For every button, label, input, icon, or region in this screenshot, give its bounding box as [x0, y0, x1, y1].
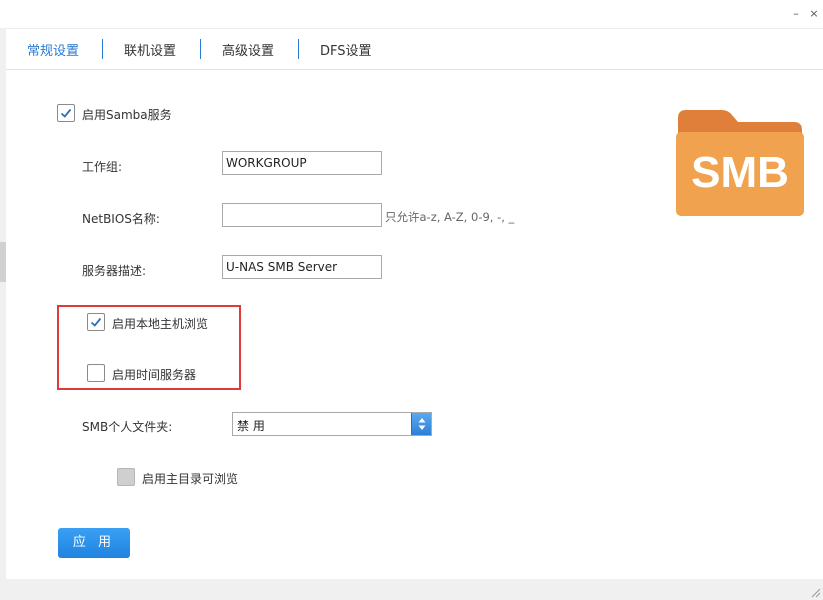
- side-drag-handle[interactable]: [0, 242, 6, 282]
- resize-grip-icon[interactable]: [809, 586, 821, 598]
- window-titlebar: – ×: [0, 0, 823, 28]
- workgroup-label: 工作组:: [82, 160, 123, 174]
- smb-folder-icon: SMB: [676, 110, 804, 216]
- local-host-browse-checkbox[interactable]: [87, 313, 105, 331]
- time-server-checkbox[interactable]: [87, 364, 105, 382]
- checkmark-icon: [90, 317, 102, 327]
- enable-samba-label: 启用Samba服务: [82, 108, 172, 122]
- checkmark-icon: [60, 108, 72, 118]
- time-server-label: 启用时间服务器: [112, 368, 197, 382]
- netbios-label: NetBIOS名称:: [82, 212, 160, 226]
- netbios-input[interactable]: [222, 203, 382, 227]
- home-directory-browse-label: 启用主目录可浏览: [142, 472, 239, 486]
- tab-separator: [200, 39, 201, 59]
- close-button[interactable]: ×: [806, 6, 822, 22]
- tab-network-settings[interactable]: 联机设置: [124, 40, 176, 59]
- tab-general-settings[interactable]: 常规设置: [27, 40, 79, 59]
- select-arrows-icon[interactable]: [411, 413, 431, 435]
- smb-logo-text: SMB: [691, 148, 789, 197]
- local-host-browse-label: 启用本地主机浏览: [112, 317, 209, 331]
- apply-button[interactable]: 应 用: [58, 528, 130, 558]
- enable-samba-checkbox[interactable]: [57, 104, 75, 122]
- tab-advanced-settings[interactable]: 高级设置: [222, 40, 274, 59]
- tab-separator: [102, 39, 103, 59]
- home-directory-browse-checkbox[interactable]: [117, 468, 135, 486]
- workgroup-input[interactable]: WORKGROUP: [222, 151, 382, 175]
- smb-personal-folder-select[interactable]: 禁 用: [232, 412, 432, 436]
- server-description-input[interactable]: U-NAS SMB Server: [222, 255, 382, 279]
- select-value: 禁 用: [237, 419, 265, 433]
- tab-separator: [298, 39, 299, 59]
- settings-tabbar: 常规设置 联机设置 高级设置 DFS设置: [6, 28, 823, 70]
- minimize-button[interactable]: –: [788, 6, 804, 22]
- server-description-label: 服务器描述:: [82, 264, 147, 278]
- tab-dfs-settings[interactable]: DFS设置: [320, 40, 372, 59]
- netbios-hint: 只允许a-z, A-Z, 0-9, -, _: [385, 210, 515, 224]
- smb-personal-folder-label: SMB个人文件夹:: [82, 420, 173, 434]
